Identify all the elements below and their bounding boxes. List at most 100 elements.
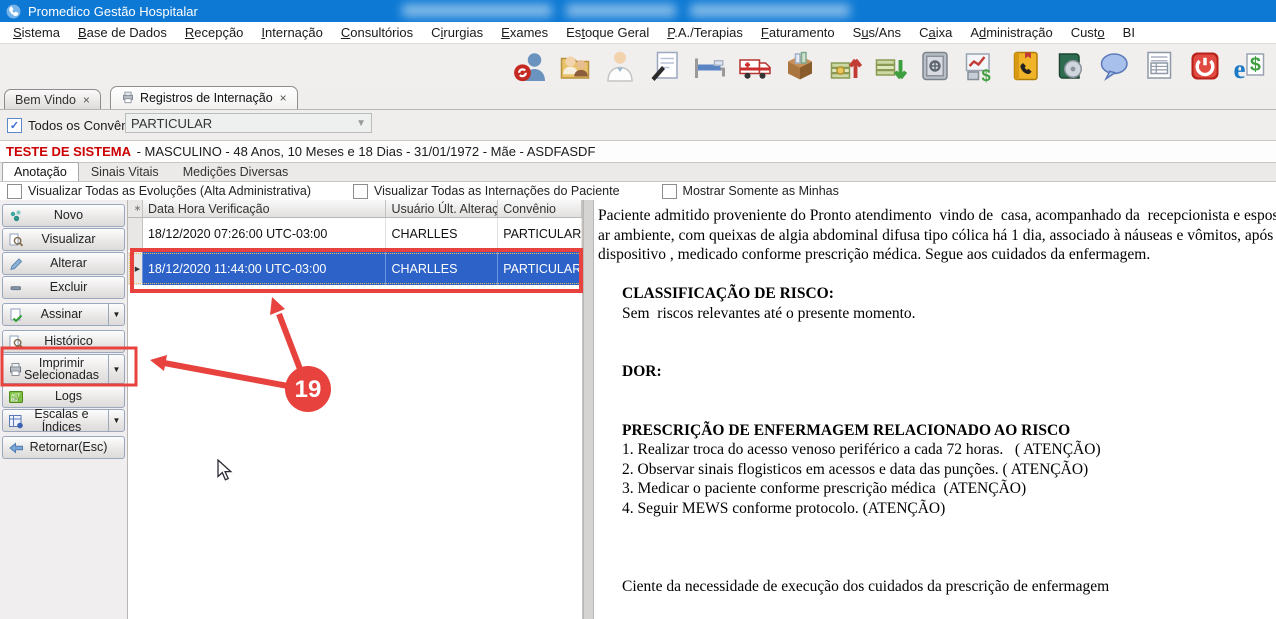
view-filter-row: Visualizar Todas as Evoluções (Alta Admi…: [0, 182, 1276, 200]
patient-info-bar: TESTE DE SISTEMA - MASCULINO - 48 Anos, …: [0, 140, 1276, 163]
convenio-selected-value: PARTICULAR: [131, 116, 212, 131]
subtab-anota-o[interactable]: Anotação: [2, 162, 79, 181]
all-convenios-checkbox[interactable]: ✓: [7, 118, 22, 133]
records-grid: ∗Data Hora VerificaçãoUsuário Últ. Alter…: [128, 200, 583, 619]
document-line: Paciente admitido proveniente do Pronto …: [598, 206, 1276, 226]
convenio-dropdown[interactable]: PARTICULAR ▼: [125, 113, 372, 133]
menu-item-custo[interactable]: Custo: [1062, 23, 1114, 42]
document-line: [598, 382, 1276, 402]
menu-item-administra-o[interactable]: Administração: [961, 23, 1061, 42]
imprimir-selecionadas-button[interactable]: Imprimir Selecionadas▼: [2, 354, 125, 384]
patient-sync-icon[interactable]: [510, 46, 550, 86]
tab-bem-vindo[interactable]: Bem Vindo ×: [4, 89, 101, 109]
excluir-button[interactable]: Excluir: [2, 276, 125, 299]
menu-item-sistema[interactable]: Sistema: [4, 23, 69, 42]
view-icon: [8, 232, 24, 248]
retornar-esc--button[interactable]: Retornar(Esc): [2, 436, 125, 459]
checkbox[interactable]: [662, 184, 677, 199]
title-bar: Promedico Gestão Hospitalar: [0, 0, 1276, 22]
hist-rico-button[interactable]: Histórico: [2, 330, 125, 353]
checkbox[interactable]: [7, 184, 22, 199]
cell: 18/12/2020 07:26:00 UTC-03:00: [143, 218, 386, 250]
button-label: Novo: [44, 209, 83, 222]
document-tab-strip: Bem Vindo×Registros de Internação×: [0, 88, 1276, 110]
tab-registros-de-interna-o[interactable]: Registros de Internação×: [110, 86, 298, 109]
menu-item-faturamento[interactable]: Faturamento: [752, 23, 844, 42]
menu-item-interna-o[interactable]: Internação: [252, 23, 331, 42]
delete-icon: [8, 280, 24, 296]
chevron-down-icon: ▼: [356, 118, 366, 129]
checkbox-label: Visualizar Todas as Internações do Pacie…: [374, 184, 620, 198]
view-filter: Visualizar Todas as Evoluções (Alta Admi…: [7, 184, 311, 199]
menu-item-p-a-terapias[interactable]: P.A./Terapias: [658, 23, 752, 42]
new-icon: [8, 208, 24, 224]
document-line: [598, 557, 1276, 577]
button-label: Assinar: [31, 308, 97, 321]
document-line: [598, 323, 1276, 343]
escalas-e-ndices-button[interactable]: Escalas e Índices▼: [2, 409, 125, 432]
payable-down-icon[interactable]: [870, 46, 910, 86]
menu-item-estoque-geral[interactable]: Estoque Geral: [557, 23, 658, 42]
document-line: [598, 518, 1276, 538]
menu-item-recep-o[interactable]: Recepção: [176, 23, 253, 42]
phonebook-icon[interactable]: [1005, 46, 1045, 86]
column-header-1[interactable]: Data Hora Verificação: [143, 200, 386, 217]
tab-label: Bem Vindo: [15, 93, 76, 107]
ambulance-icon[interactable]: [735, 46, 775, 86]
billing-up-icon[interactable]: [825, 46, 865, 86]
invoice-icon[interactable]: [1140, 46, 1180, 86]
panel-splitter[interactable]: [583, 200, 594, 619]
alterar-button[interactable]: Alterar: [2, 252, 125, 275]
visualizar-button[interactable]: Visualizar: [2, 228, 125, 251]
redacted-titlebar-text: [566, 4, 676, 17]
safe-icon[interactable]: [915, 46, 955, 86]
logs-button[interactable]: ACTLOGLogs: [2, 385, 125, 408]
button-label: Excluir: [40, 281, 88, 294]
column-header-2[interactable]: Usuário Últ. Alteração: [386, 200, 498, 217]
view-filter: Mostrar Somente as Minhas: [662, 184, 839, 199]
dropdown-arrow-icon[interactable]: ▼: [108, 410, 124, 431]
power-off-icon[interactable]: [1185, 46, 1225, 86]
close-icon[interactable]: ×: [280, 91, 287, 105]
close-icon[interactable]: ×: [83, 93, 90, 107]
row-header-cell: [128, 218, 143, 250]
sign-icon: [8, 307, 24, 323]
printer-icon: [121, 90, 135, 107]
menu-item-bi[interactable]: BI: [1114, 23, 1144, 42]
subtab-sinais-vitais[interactable]: Sinais Vitais: [79, 162, 171, 181]
menu-item-exames[interactable]: Exames: [492, 23, 557, 42]
novo-button[interactable]: Novo: [2, 204, 125, 227]
chat-icon[interactable]: [1095, 46, 1135, 86]
contract-icon[interactable]: [645, 46, 685, 86]
menu-item-base-de-dados[interactable]: Base de Dados: [69, 23, 176, 42]
button-label: Logs: [45, 390, 82, 403]
table-row[interactable]: 18/12/2020 07:26:00 UTC-03:00CHARLLESPAR…: [128, 218, 582, 250]
dropdown-arrow-icon[interactable]: ▼: [108, 304, 124, 325]
doctor-icon[interactable]: [600, 46, 640, 86]
subtab-medi-es-diversas[interactable]: Medições Diversas: [171, 162, 301, 181]
menu-item-cirurgias[interactable]: Cirurgias: [422, 23, 492, 42]
document-line: [598, 538, 1276, 558]
menu-item-caixa[interactable]: Caixa: [910, 23, 961, 42]
document-line: ar ambiente, com queixas de algia abdomi…: [598, 226, 1276, 246]
dropdown-arrow-icon[interactable]: ▼: [108, 355, 124, 383]
reception-icon[interactable]: [555, 46, 595, 86]
evolution-text-panel[interactable]: Paciente admitido proveniente do Pronto …: [594, 200, 1276, 619]
menu-item-sus-ans[interactable]: Sus/Ans: [844, 23, 910, 42]
checkbox-label: Visualizar Todas as Evoluções (Alta Admi…: [28, 184, 311, 198]
table-row[interactable]: ▶18/12/2020 11:44:00 UTC-03:00CHARLLESPA…: [128, 252, 582, 285]
document-line: 1. Realizar troca do acesso venoso perif…: [598, 440, 1276, 460]
finance-chart-icon[interactable]: $: [960, 46, 1000, 86]
app-phone-icon: [6, 4, 21, 19]
button-label: Histórico: [34, 335, 93, 348]
assinar-button[interactable]: Assinar ▼: [2, 303, 125, 326]
hospital-bed-icon[interactable]: [690, 46, 730, 86]
svg-text:$: $: [1250, 54, 1261, 76]
nfe-icon[interactable]: e$: [1230, 46, 1270, 86]
stock-icon[interactable]: [780, 46, 820, 86]
document-line: [598, 343, 1276, 363]
manual-book-icon[interactable]: [1050, 46, 1090, 86]
menu-item-consult-rios[interactable]: Consultórios: [332, 23, 422, 42]
column-header-3[interactable]: Convênio: [498, 200, 582, 217]
checkbox[interactable]: [353, 184, 368, 199]
